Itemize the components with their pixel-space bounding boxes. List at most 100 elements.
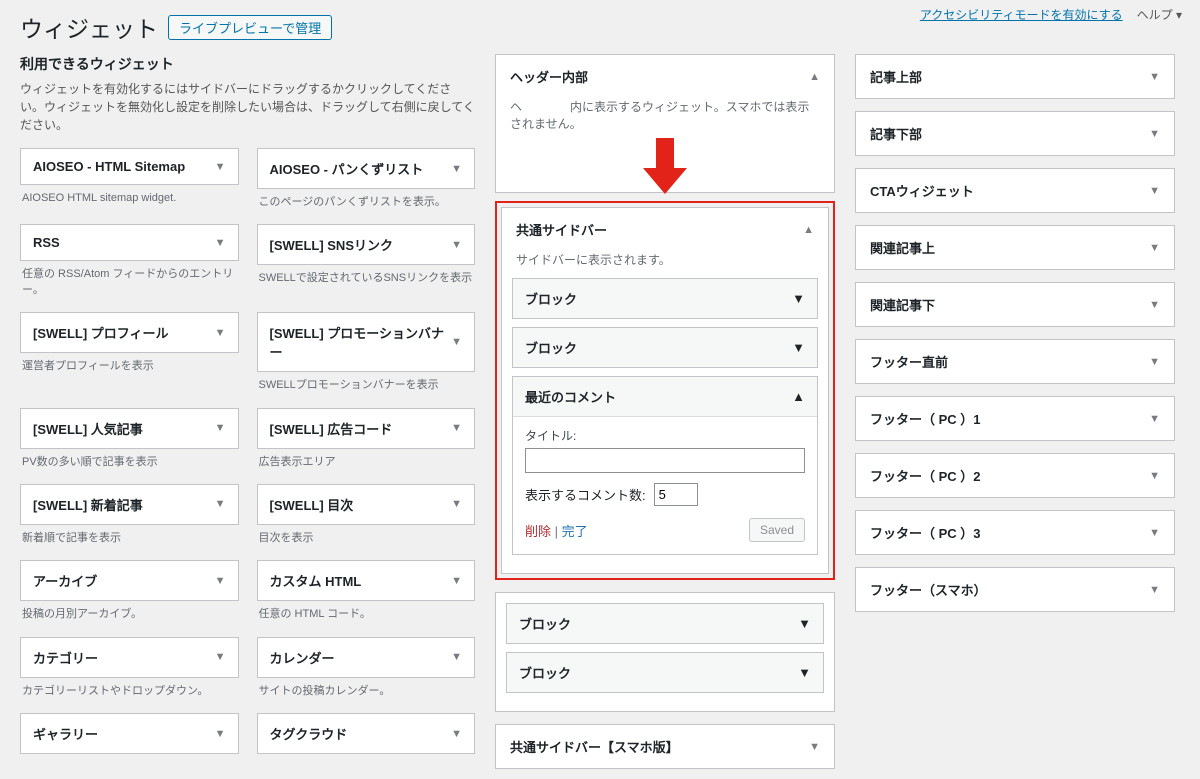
chevron-down-icon: ▼ <box>792 340 805 355</box>
chevron-down-icon: ▼ <box>451 239 462 251</box>
area-desc: ヘ 内に表示するウィジェット。スマホでは表示されません。 <box>496 98 834 142</box>
area-toggle[interactable]: フッター（スマホ） ▼ <box>856 568 1174 611</box>
widget-area: フッター（ PC ）1▼ <box>855 396 1175 441</box>
widget-toggle[interactable]: ブロック ▼ <box>513 328 817 367</box>
widget-area: 記事上部▼ <box>855 54 1175 99</box>
widget-desc: AIOSEO HTML sitemap widget. <box>20 185 239 216</box>
widget-label: ブロック <box>519 614 571 633</box>
available-widget[interactable]: タグクラウド▼ <box>257 713 476 754</box>
widget-toggle[interactable]: ブロック ▼ <box>507 604 823 643</box>
area-title: フッター（ PC ）2 <box>870 466 981 485</box>
count-label: 表示するコメント数: <box>525 485 646 504</box>
available-widgets-desc: ウィジェットを有効化するにはサイドバーにドラッグするかクリックしてください。ウィ… <box>20 80 475 134</box>
available-widget[interactable]: RSS▼ <box>20 224 239 261</box>
widget-area-common-sidebar-sp: 共通サイドバー【スマホ版】 ▼ <box>495 724 835 769</box>
widget-label: [SWELL] プロフィール <box>33 323 169 342</box>
area-title: CTAウィジェット <box>870 181 974 200</box>
widget-toggle[interactable]: ブロック ▼ <box>507 653 823 692</box>
chevron-down-icon: ▼ <box>1149 185 1160 197</box>
area-toggle[interactable]: 共通サイドバー ▲ <box>502 208 828 251</box>
chevron-down-icon: ▼ <box>451 422 462 434</box>
area-desc: サイドバーに表示されます。 <box>502 251 828 278</box>
widget-label: [SWELL] 目次 <box>270 495 354 514</box>
available-widget[interactable]: [SWELL] プロフィール▼ <box>20 312 239 353</box>
delete-link[interactable]: 削除 <box>525 524 551 539</box>
chevron-down-icon: ▼ <box>1149 128 1160 140</box>
area-toggle[interactable]: 共通サイドバー【スマホ版】 ▼ <box>496 725 834 768</box>
widget-toggle[interactable]: 最近のコメント ▲ <box>513 377 817 416</box>
widget-area: CTAウィジェット ▼ <box>855 168 1175 213</box>
widget-desc: このページのパンくずリストを表示。 <box>257 189 476 220</box>
area-title: フッター（スマホ） <box>870 580 987 599</box>
area-toggle[interactable]: フッター（ PC ）3▼ <box>856 511 1174 554</box>
available-widget[interactable]: AIOSEO - HTML Sitemap▼ <box>20 148 239 185</box>
chevron-down-icon: ▼ <box>1149 71 1160 83</box>
widget-label: [SWELL] プロモーションバナー <box>270 323 452 361</box>
available-widget[interactable]: カテゴリー▼ <box>20 637 239 678</box>
chevron-down-icon: ▼ <box>1149 527 1160 539</box>
available-widget[interactable]: [SWELL] 広告コード ▼ <box>257 408 476 449</box>
available-widget[interactable]: [SWELL] プロモーションバナー▼ <box>257 312 476 372</box>
chevron-down-icon: ▼ <box>215 422 226 434</box>
chevron-down-icon: ▼ <box>798 665 811 680</box>
done-link[interactable]: 完了 <box>562 524 588 539</box>
chevron-down-icon: ▼ <box>1149 584 1160 596</box>
widget-desc: 広告表示エリア <box>257 449 476 480</box>
title-input[interactable] <box>525 448 805 473</box>
widget-label: 最近のコメント <box>525 387 616 406</box>
area-title: 関連記事下 <box>870 295 935 314</box>
area-toggle[interactable]: ヘッダー内部 ▲ <box>496 55 834 98</box>
widget-label: アーカイブ <box>33 571 97 590</box>
widget-label: ブロック <box>519 663 571 682</box>
area-title: 共通サイドバー <box>516 220 607 239</box>
chevron-down-icon: ▼ <box>1149 470 1160 482</box>
widget-area: 関連記事上▼ <box>855 225 1175 270</box>
available-widget[interactable]: AIOSEO - パンくずリスト▼ <box>257 148 476 189</box>
count-input[interactable] <box>654 483 698 506</box>
available-widget[interactable]: [SWELL] 新着記事▼ <box>20 484 239 525</box>
widget-desc: SWELLで設定されているSNSリンクを表示 <box>257 265 476 296</box>
a11y-mode-link[interactable]: アクセシビリティモードを有効にする <box>920 6 1123 23</box>
title-label: タイトル: <box>525 427 805 444</box>
available-widget[interactable]: [SWELL] 人気記事▼ <box>20 408 239 449</box>
widget-desc: 新着順で記事を表示 <box>20 525 239 556</box>
available-widget[interactable]: カスタム HTML▼ <box>257 560 476 601</box>
available-widget[interactable]: ギャラリー ▼ <box>20 713 239 754</box>
live-preview-button[interactable]: ライブプレビューで管理 <box>168 15 332 40</box>
chevron-down-icon: ▼ <box>451 498 462 510</box>
widget-desc: カテゴリーリストやドロップダウン。 <box>20 678 239 709</box>
widget-label: タグクラウド <box>270 724 348 743</box>
widget-area: フッター（スマホ） ▼ <box>855 567 1175 612</box>
widget-recent-comments: 最近のコメント ▲ タイトル: 表示するコメント数: <box>512 376 818 555</box>
widget-desc: SWELLプロモーションバナーを表示 <box>257 372 476 403</box>
area-toggle[interactable]: 記事下部▼ <box>856 112 1174 155</box>
widget-label: ギャラリー <box>33 724 98 743</box>
chevron-down-icon: ▼ <box>1149 356 1160 368</box>
available-widget[interactable]: カレンダー▼ <box>257 637 476 678</box>
annotation-arrow <box>643 138 687 198</box>
area-toggle[interactable]: フッター（ PC ）2 ▼ <box>856 454 1174 497</box>
chevron-down-icon: ▼ <box>215 237 226 249</box>
available-widget[interactable]: [SWELL] 目次 ▼ <box>257 484 476 525</box>
area-toggle[interactable]: 関連記事上▼ <box>856 226 1174 269</box>
area-toggle[interactable]: CTAウィジェット ▼ <box>856 169 1174 212</box>
available-widget[interactable]: [SWELL] SNSリンク▼ <box>257 224 476 265</box>
available-widget[interactable]: アーカイブ▼ <box>20 560 239 601</box>
chevron-down-icon: ▼ <box>451 575 462 587</box>
help-toggle[interactable]: ヘルプ ▾ <box>1137 6 1182 23</box>
widget-label: AIOSEO - HTML Sitemap <box>33 159 185 174</box>
widget-block: ブロック ▼ <box>506 652 824 693</box>
area-toggle[interactable]: フッター（ PC ）1▼ <box>856 397 1174 440</box>
area-toggle[interactable]: フッター直前▼ <box>856 340 1174 383</box>
chevron-down-icon: ▼ <box>1149 242 1160 254</box>
widget-desc: PV数の多い順で記事を表示 <box>20 449 239 480</box>
widget-toggle[interactable]: ブロック ▼ <box>513 279 817 318</box>
widget-area-extra: ブロック ▼ ブロック ▼ <box>495 592 835 712</box>
chevron-down-icon: ▼ <box>792 291 805 306</box>
area-toggle[interactable]: 記事上部▼ <box>856 55 1174 98</box>
chevron-down-icon: ▼ <box>215 728 226 740</box>
widget-area-common-sidebar: 共通サイドバー ▲ サイドバーに表示されます。 ブロック ▼ <box>501 207 829 574</box>
widget-label: [SWELL] 広告コード <box>270 419 393 438</box>
widget-area: 記事下部▼ <box>855 111 1175 156</box>
area-toggle[interactable]: 関連記事下▼ <box>856 283 1174 326</box>
